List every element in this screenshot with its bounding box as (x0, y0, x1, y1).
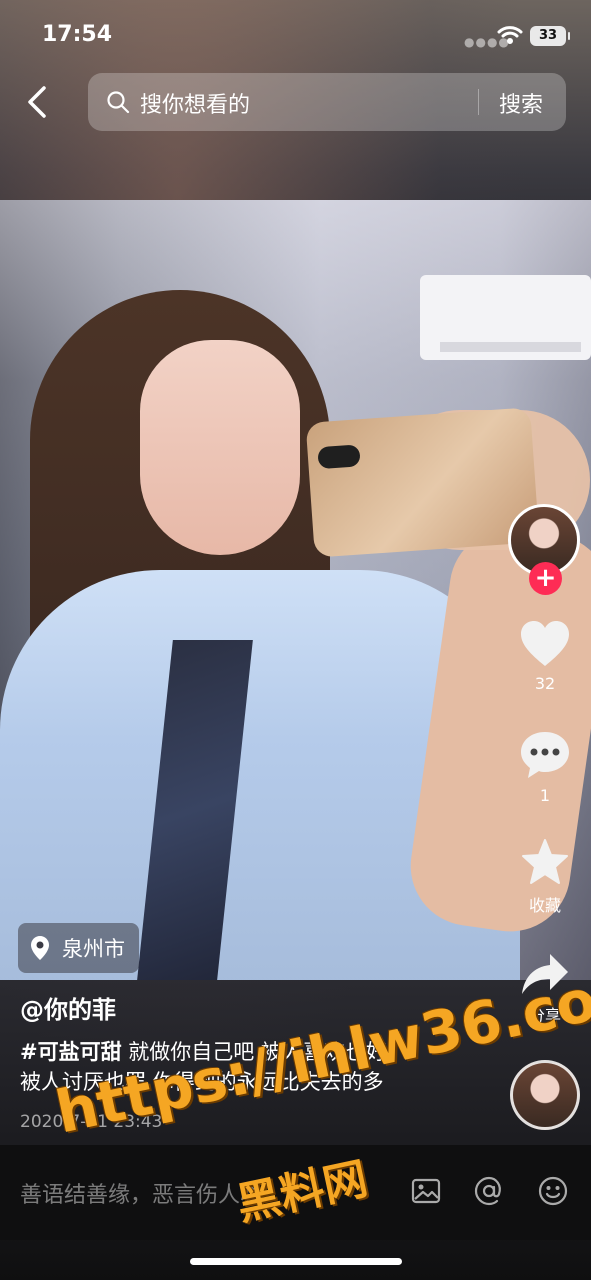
favorite-button[interactable]: 收藏 (515, 838, 575, 916)
search-icon (107, 91, 130, 114)
held-phone (305, 407, 540, 558)
back-arrow-icon[interactable] (22, 84, 54, 120)
home-indicator[interactable] (190, 1258, 402, 1265)
hashtag-link[interactable]: #可盐可甜 (20, 1040, 122, 1064)
like-count: 32 (534, 674, 556, 693)
heart-icon (521, 621, 569, 666)
music-disc-avatar[interactable] (510, 1060, 580, 1130)
like-button[interactable]: 32 (515, 620, 575, 693)
favorite-label: 收藏 (528, 896, 561, 915)
search-input[interactable]: 搜你想看的 (140, 87, 250, 119)
comment-count: 1 (539, 786, 551, 805)
air-conditioner (420, 275, 591, 360)
search-divider (478, 89, 479, 115)
status-time: 17:54 (42, 22, 113, 47)
location-pin-icon (31, 936, 49, 960)
star-icon (522, 839, 568, 884)
search-box[interactable]: 搜你想看的 搜索 (88, 73, 566, 131)
location-tag[interactable]: 泉州市 (18, 923, 139, 973)
author-name[interactable]: @你的菲 (20, 990, 116, 1025)
comment-bubble-icon (521, 732, 569, 778)
location-text: 泉州市 (62, 937, 125, 961)
comment-button[interactable]: 1 (515, 730, 575, 805)
follow-button[interactable]: + (529, 562, 562, 595)
at-icon[interactable] (473, 1175, 505, 1207)
battery-indicator: 33 (530, 26, 570, 46)
emoji-icon[interactable] (537, 1175, 569, 1207)
status-bar: 17:54 ●●●● 33 (0, 0, 591, 70)
search-button[interactable]: 搜索 (499, 87, 543, 119)
video-frame[interactable] (0, 200, 591, 980)
wifi-icon (497, 26, 523, 44)
comment-input[interactable]: 善语结善缘，恶言伤人心 (20, 1177, 262, 1209)
person-face (140, 340, 300, 555)
image-icon[interactable] (410, 1175, 442, 1207)
